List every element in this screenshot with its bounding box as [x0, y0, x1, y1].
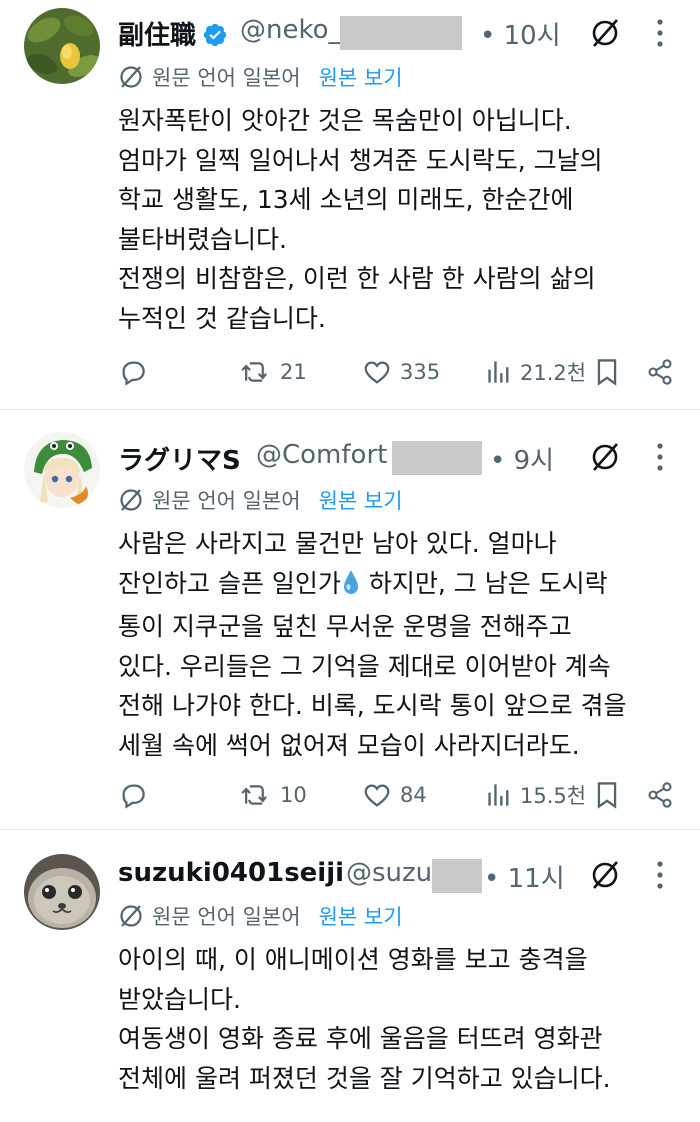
views-button[interactable]: 21.2천 [486, 352, 586, 392]
avatar[interactable] [24, 854, 100, 930]
retweet-button[interactable]: 10 [240, 775, 307, 815]
show-original-link[interactable]: 원본 보기 [319, 901, 403, 931]
translate-icon [120, 905, 142, 927]
like-count: 335 [400, 360, 441, 384]
timestamp[interactable]: • 11시 [484, 858, 565, 895]
like-button[interactable]: 84 [362, 775, 427, 815]
bookmark-icon [597, 359, 617, 386]
tweet-text-line: 받았습니다. [118, 984, 241, 1014]
tweet-text-line: 아이의 때, 이 애니메이션 영화를 보고 충격을 [118, 945, 588, 974]
reply-icon [122, 784, 145, 809]
user-handle[interactable]: @neko_ [240, 15, 342, 45]
display-name[interactable]: suzuki0401seiji [118, 858, 344, 888]
tweet[interactable]: suzuki0401seiji @suzu • 11시 원문 언어 일본어 원본… [0, 830, 700, 1122]
translation-language-label: 원문 언어 일본어 [152, 489, 301, 513]
bookmark-button[interactable] [594, 352, 620, 392]
tweet-text-line: 원자폭탄이 앗아간 것은 목숨만이 아닙니다. [118, 106, 572, 135]
tweet[interactable]: ラグリマS @Comfort • 9시 원문 언어 일본어 원본 보기 사람은 … [0, 410, 700, 830]
display-name-text[interactable]: 副住職 [118, 21, 196, 51]
share-icon [648, 782, 672, 808]
timestamp[interactable]: • 9시 [490, 440, 554, 477]
tweet-text: 아이의 때, 이 애니메이션 영화를 보고 충격을 받았습니다. 여동생이 영화… [118, 940, 678, 1098]
redacted-handle-block [340, 16, 462, 50]
tweet-text-line: 엄마가 일찍 일어나서 챙겨준 도시락도, 그날의 [118, 145, 603, 175]
tweet-text-line: 세월 속에 썩어 없어져 모습이 사라지더라도. [118, 730, 580, 760]
tweet-text-line: 있다. 우리들은 그 기억을 제대로 이어받아 계속 [118, 651, 611, 681]
tweet-text-segment: 하지만, 그 남은 도시락 [360, 568, 608, 598]
user-handle[interactable]: @suzu [346, 858, 432, 888]
reply-button[interactable] [118, 775, 148, 815]
view-count: 21.2천 [520, 361, 587, 385]
tweet-text-line: 전쟁의 비참함은, 이런 한 사람 한 사람의 삶의 [118, 264, 596, 293]
timestamp-text[interactable]: 9시 [514, 446, 554, 476]
translation-language-label: 원문 언어 일본어 [152, 905, 301, 929]
tweet-text-line: 학교 생활도, 13세 소년의 미래도, 한순간에 [118, 185, 574, 214]
bookmark-button[interactable] [594, 775, 620, 815]
more-options-icon[interactable] [656, 18, 664, 48]
translation-note: 원문 언어 일본어 원본 보기 [118, 487, 403, 513]
like-count: 84 [400, 783, 427, 807]
reply-icon [122, 361, 145, 386]
view-count: 15.5천 [520, 784, 587, 808]
share-button[interactable] [646, 352, 674, 392]
verified-badge-icon [202, 22, 228, 55]
tweet-text-line: 잔인하고 슬픈 일인가 하지만, 그 남은 도시락 [118, 564, 678, 608]
tweet-text-line: 전체에 울려 퍼졌던 것을 잘 기억하고 있습니다. [118, 1063, 611, 1093]
tweet-text: 원자폭탄이 앗아간 것은 목숨만이 아닙니다. 엄마가 일찍 일어나서 챙겨준 … [118, 101, 678, 338]
reply-button[interactable] [118, 352, 148, 392]
retweet-icon [241, 785, 267, 805]
tweet-text: 사람은 사라지고 물건만 남아 있다. 얼마나 잔인하고 슬픈 일인가 하지만,… [118, 524, 678, 765]
heart-icon [364, 361, 390, 384]
tweet-text-line: 누적인 것 같습니다. [118, 303, 326, 333]
translation-note: 원문 언어 일본어 원본 보기 [118, 64, 403, 90]
tweet-text-line: 여동생이 영화 종료 후에 울음을 터뜨려 영화관 [118, 1024, 603, 1053]
tweet[interactable]: 副住職 @neko_ • 10시 원문 언어 일본어 원본 보기 원자폭탄이 앗… [0, 0, 700, 410]
redacted-handle-block [392, 441, 482, 475]
heart-icon [364, 784, 390, 807]
tweet-text-line: 전해 나가야 한다. 비록, 도시락 통이 앞으로 겪을 [118, 691, 627, 720]
display-name[interactable]: ラグリマS [118, 440, 241, 477]
like-button[interactable]: 335 [362, 352, 440, 392]
views-chart-icon [488, 361, 509, 383]
retweet-button[interactable]: 21 [240, 352, 307, 392]
more-options-icon[interactable] [656, 860, 664, 890]
retweet-count: 10 [280, 783, 307, 807]
translate-icon [120, 66, 142, 88]
avatar-image-seal-plush [24, 854, 100, 930]
timestamp-text[interactable]: 10시 [504, 21, 561, 51]
grok-icon[interactable] [590, 442, 620, 472]
translation-language-label: 원문 언어 일본어 [152, 66, 301, 90]
show-original-link[interactable]: 원본 보기 [319, 62, 403, 92]
action-bar: 21 335 21.2천 [0, 352, 700, 392]
show-original-link[interactable]: 원본 보기 [319, 485, 403, 515]
action-bar: 10 84 15.5천 [0, 775, 700, 815]
views-chart-icon [488, 784, 509, 806]
grok-icon[interactable] [590, 18, 620, 48]
droplet-emoji-icon [341, 568, 361, 608]
share-icon [648, 359, 672, 385]
retweet-icon [241, 362, 267, 382]
translation-note: 원문 언어 일본어 원본 보기 [118, 903, 403, 929]
redacted-handle-block [432, 859, 482, 893]
avatar-image-plant [24, 8, 100, 84]
display-name[interactable]: 副住職 [118, 15, 228, 55]
timestamp-text[interactable]: 11시 [508, 864, 565, 894]
tweet-text-line: 통이 지쿠군을 덮친 무서운 운명을 전해주고 [118, 612, 572, 641]
avatar[interactable] [24, 8, 100, 84]
more-options-icon[interactable] [656, 442, 664, 472]
retweet-count: 21 [280, 360, 307, 384]
user-handle[interactable]: @Comfort [256, 440, 387, 470]
bookmark-icon [597, 782, 617, 809]
translate-icon [120, 489, 142, 511]
views-button[interactable]: 15.5천 [486, 775, 586, 815]
tweet-text-line: 사람은 사라지고 물건만 남아 있다. 얼마나 [118, 529, 557, 558]
timestamp[interactable]: • 10시 [480, 15, 561, 52]
share-button[interactable] [646, 775, 674, 815]
tweet-text-line: 불타버렸습니다. [118, 224, 287, 254]
avatar-image-doll [24, 432, 100, 508]
avatar[interactable] [24, 432, 100, 508]
tweet-text-segment: 잔인하고 슬픈 일인가 [118, 568, 341, 598]
grok-icon[interactable] [590, 860, 620, 890]
